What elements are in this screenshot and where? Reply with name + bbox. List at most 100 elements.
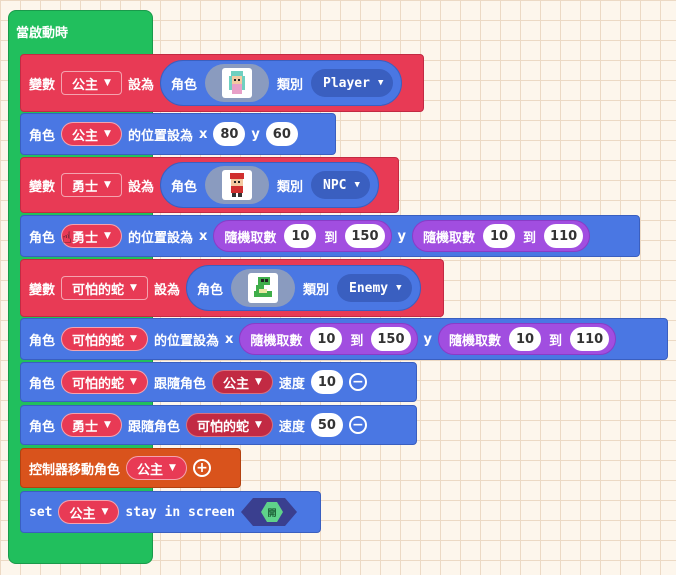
- controller-move-block[interactable]: 控制器移動角色 公主 ▼ +: [20, 448, 241, 488]
- kind-label: 類別: [276, 179, 303, 195]
- speed-input[interactable]: 10: [310, 370, 343, 394]
- set-variable-block-princess[interactable]: 變數 公主 ▼ 設為 角色 類別 Player ▼: [20, 54, 424, 112]
- sprite-dropdown[interactable]: 可怕的蛇 ▼: [61, 370, 148, 394]
- to-label: 到: [549, 333, 563, 349]
- x-input[interactable]: 80: [213, 122, 246, 146]
- to-label: 到: [523, 230, 537, 246]
- chevron-down-icon: ▼: [254, 420, 262, 430]
- set-to-label: 設為: [127, 179, 154, 195]
- variable-dropdown[interactable]: 公主 ▼: [61, 71, 122, 95]
- sprite-image-picker[interactable]: [204, 64, 269, 102]
- chevron-down-icon: ▼: [104, 420, 111, 430]
- y-label: y: [397, 228, 407, 244]
- kind-dropdown[interactable]: Enemy ▼: [337, 274, 412, 302]
- on-off-toggle[interactable]: 開: [241, 498, 297, 526]
- chevron-down-icon: ▼: [130, 377, 137, 387]
- variable-dropdown[interactable]: 可怕的蛇 ▼: [61, 276, 148, 300]
- stay-in-screen-label: stay in screen: [125, 504, 235, 520]
- follow-label: 跟隨角色: [127, 419, 180, 435]
- random-y-from[interactable]: 10: [483, 224, 516, 248]
- random-x-from[interactable]: 10: [310, 327, 343, 351]
- y-input[interactable]: 60: [265, 122, 298, 146]
- sprite-label: 角色: [29, 419, 56, 435]
- set-position-label: 的位置設為: [127, 128, 193, 144]
- on-start-label: 當啟動時: [16, 26, 69, 41]
- sprite-dropdown[interactable]: 可怕的蛇 ▼: [61, 327, 148, 351]
- sprite-image-picker[interactable]: [204, 166, 269, 204]
- kind-dropdown[interactable]: Player ▼: [311, 69, 394, 97]
- chevron-down-icon: ▼: [254, 377, 262, 387]
- set-variable-block-warrior[interactable]: 變數 勇士 ▼ 設為 角色 類別 NPC ▼: [20, 157, 399, 213]
- random-y-from[interactable]: 10: [509, 327, 542, 351]
- random-block-y[interactable]: 隨機取數 10 到 110: [438, 323, 617, 355]
- sprite-label: 角色: [29, 376, 56, 392]
- y-label: y: [423, 331, 433, 347]
- chevron-down-icon: ▼: [377, 78, 384, 88]
- sprite-label: 角色: [170, 179, 197, 195]
- random-x-from[interactable]: 10: [284, 224, 317, 248]
- chevron-down-icon: ▼: [354, 180, 360, 190]
- sprite-oval[interactable]: 角色 類別 Player ▼: [159, 60, 403, 106]
- set-position-block-warrior[interactable]: 角色 勇士 ▼ 的位置設為 x 隨機取數 10 到 150 y 隨機取數 10 到…: [20, 215, 640, 257]
- target-dropdown[interactable]: 公主 ▼: [211, 370, 273, 394]
- sprite-oval[interactable]: 角色 類別 Enemy ▼: [185, 265, 421, 311]
- follow-block-snake[interactable]: 角色 可怕的蛇 ▼ 跟隨角色 公主 ▼ 速度 10 −: [20, 362, 417, 402]
- chevron-down-icon: ▼: [130, 334, 137, 344]
- minus-icon[interactable]: −: [348, 373, 367, 391]
- sprite-dropdown[interactable]: 公主 ▼: [58, 500, 120, 524]
- toggle-on-label: 開: [261, 502, 283, 522]
- sprite-label: 角色: [29, 128, 56, 144]
- speed-label: 速度: [278, 376, 305, 392]
- x-label: x: [198, 228, 208, 244]
- x-label: x: [224, 331, 234, 347]
- sprite-dropdown[interactable]: 勇士 ▼: [61, 413, 122, 437]
- sprite-dropdown[interactable]: 公主 ▼: [126, 456, 187, 480]
- variable-label: 變數: [29, 179, 56, 195]
- random-x-to[interactable]: 150: [345, 224, 385, 248]
- set-variable-block-snake[interactable]: 變數 可怕的蛇 ▼ 設為 角色 類別 Enemy ▼: [20, 259, 444, 317]
- kind-label: 類別: [302, 282, 329, 298]
- plus-icon[interactable]: +: [192, 459, 211, 477]
- kind-label: 類別: [276, 77, 303, 93]
- speed-label: 速度: [278, 419, 305, 435]
- random-label: 隨機取數: [224, 230, 277, 246]
- random-block-x[interactable]: 隨機取數 10 到 150: [213, 220, 392, 252]
- set-position-block-princess[interactable]: 角色 公主 ▼ 的位置設為 x 80 y 60: [20, 113, 336, 155]
- random-label: 隨機取數: [449, 333, 502, 349]
- to-label: 到: [350, 333, 364, 349]
- random-y-to[interactable]: 110: [570, 327, 610, 351]
- follow-block-warrior[interactable]: 角色 勇士 ▼ 跟隨角色 可怕的蛇 ▼ 速度 50 −: [20, 405, 417, 445]
- chevron-down-icon: ▼: [104, 129, 111, 139]
- random-block-x[interactable]: 隨機取數 10 到 150: [239, 323, 418, 355]
- set-to-label: 設為: [153, 282, 180, 298]
- sprite-label: 角色: [170, 77, 197, 93]
- x-label: x: [198, 126, 208, 142]
- kind-dropdown[interactable]: NPC ▼: [311, 171, 370, 199]
- speed-input[interactable]: 50: [310, 413, 343, 437]
- variable-dropdown[interactable]: 勇士 ▼: [61, 173, 122, 197]
- y-label: y: [251, 126, 260, 142]
- controller-move-label: 控制器移動角色: [29, 462, 121, 478]
- sprite-label: 角色: [29, 333, 56, 349]
- random-block-y[interactable]: 隨機取數 10 到 110: [412, 220, 591, 252]
- random-label: 隨機取數: [250, 333, 303, 349]
- follow-label: 跟隨角色: [153, 376, 206, 392]
- variable-label: 變數: [29, 282, 56, 298]
- sprite-label: 角色: [196, 282, 223, 298]
- set-position-label: 的位置設為: [153, 333, 219, 349]
- target-dropdown[interactable]: 可怕的蛇 ▼: [185, 413, 273, 437]
- chevron-down-icon: ▼: [104, 231, 111, 241]
- chevron-down-icon: ▼: [101, 507, 109, 517]
- sprite-image-picker[interactable]: [230, 269, 295, 307]
- sprite-dropdown[interactable]: 公主 ▼: [61, 122, 122, 146]
- sprite-oval[interactable]: 角色 類別 NPC ▼: [159, 162, 379, 208]
- minus-icon[interactable]: −: [348, 416, 367, 434]
- set-position-block-snake[interactable]: 角色 可怕的蛇 ▼ 的位置設為 x 隨機取數 10 到 150 y 隨機取數 10…: [20, 318, 668, 360]
- stay-in-screen-block[interactable]: set 公主 ▼ stay in screen 開: [20, 491, 321, 533]
- random-x-to[interactable]: 150: [371, 327, 411, 351]
- set-label: set: [29, 504, 53, 520]
- chevron-down-icon: ▼: [104, 180, 111, 190]
- chevron-down-icon: ▼: [104, 78, 111, 88]
- sprite-label: 角色: [29, 230, 56, 246]
- random-y-to[interactable]: 110: [544, 224, 584, 248]
